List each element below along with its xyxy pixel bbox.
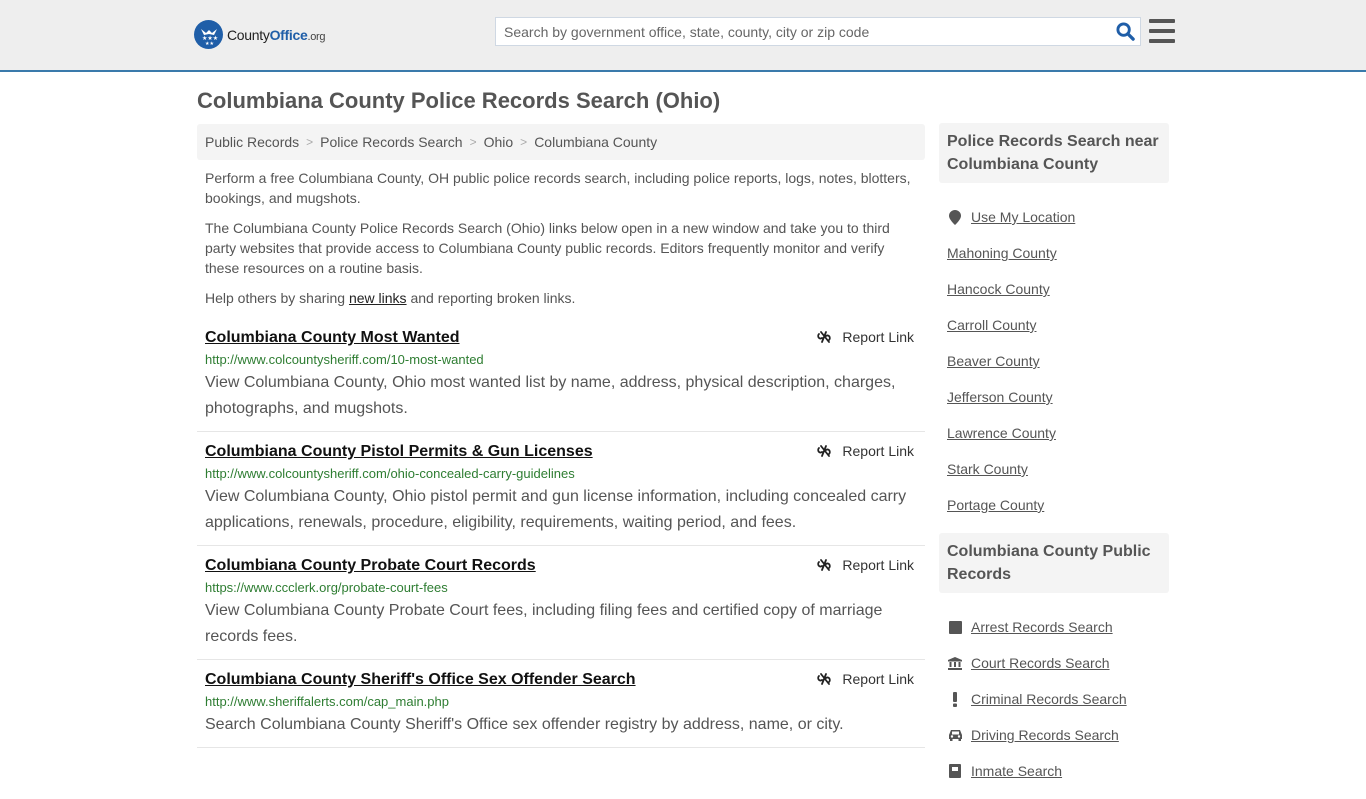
result-item: Columbiana County Sheriff's Office Sex O… [197, 660, 925, 748]
search-bar [495, 17, 1141, 46]
nearby-county-item: Stark County [947, 451, 1161, 487]
criminal-records-link[interactable]: Criminal Records Search [971, 691, 1127, 707]
result-title-link[interactable]: Columbiana County Probate Court Records [205, 556, 536, 576]
nearby-county-link[interactable]: Beaver County [947, 353, 1040, 369]
hamburger-menu-icon[interactable] [1149, 19, 1175, 43]
public-records-heading: Columbiana County Public Records [939, 533, 1169, 593]
breadcrumb: Public Records > Police Records Search >… [197, 124, 925, 160]
breadcrumb-current: Columbiana County [534, 134, 658, 150]
nearby-county-item: Hancock County [947, 271, 1161, 307]
breadcrumb-ohio[interactable]: Ohio [484, 134, 514, 150]
result-url[interactable]: https://www.ccclerk.org/probate-court-fe… [205, 579, 917, 597]
sidebar: Police Records Search near Columbiana Co… [939, 123, 1169, 799]
nearby-list: Use My Location Mahoning County Hancock … [939, 183, 1169, 533]
broken-link-icon [817, 445, 832, 457]
arrest-records-link[interactable]: Arrest Records Search [971, 619, 1113, 635]
share-paragraph: Help others by sharing new links and rep… [205, 290, 576, 306]
result-url[interactable]: http://www.sheriffalerts.com/cap_main.ph… [205, 693, 917, 711]
svg-text:★★: ★★ [205, 41, 214, 46]
page-title: Columbiana County Police Records Search … [197, 88, 721, 113]
nearby-county-item: Lawrence County [947, 415, 1161, 451]
result-description: View Columbiana County Probate Court fee… [205, 602, 883, 645]
result-item: Columbiana County Pistol Permits & Gun L… [197, 432, 925, 546]
public-records-list: Arrest Records Search Court Records Sear… [939, 593, 1169, 799]
report-link-button[interactable]: Report Link [816, 671, 914, 687]
public-record-item: Driving Records Search [947, 717, 1161, 753]
result-title-link[interactable]: Columbiana County Most Wanted [205, 328, 460, 348]
court-records-link[interactable]: Court Records Search [971, 655, 1110, 671]
result-description: Search Columbiana County Sheriff's Offic… [205, 716, 844, 733]
nearby-county-link[interactable]: Mahoning County [947, 245, 1057, 261]
result-url[interactable]: http://www.colcountysheriff.com/10-most-… [205, 351, 917, 369]
inmate-search-link[interactable]: Inmate Search [971, 763, 1062, 779]
nearby-county-item: Carroll County [947, 307, 1161, 343]
use-my-location-link[interactable]: Use My Location [971, 209, 1075, 225]
public-record-item: Inmate Search [947, 753, 1161, 789]
site-header: ★★★ ★★ CountyOffice.org [0, 0, 1366, 72]
public-record-item: Court Records Search [947, 645, 1161, 681]
search-input[interactable] [496, 18, 1110, 45]
nearby-county-item: Beaver County [947, 343, 1161, 379]
public-record-item: Arrest Records Search [947, 609, 1161, 645]
eagle-logo-icon: ★★★ ★★ [194, 20, 223, 49]
logo-link[interactable]: ★★★ ★★ CountyOffice.org [194, 20, 326, 49]
search-button[interactable] [1110, 18, 1140, 45]
breadcrumb-public-records[interactable]: Public Records [205, 134, 299, 150]
result-url[interactable]: http://www.colcountysheriff.com/ohio-con… [205, 465, 917, 483]
exclamation-icon [947, 691, 963, 707]
breadcrumb-separator: > [306, 135, 314, 149]
courthouse-icon [947, 656, 963, 670]
map-marker-icon [947, 209, 963, 225]
nearby-county-link[interactable]: Carroll County [947, 317, 1036, 333]
result-description: View Columbiana County, Ohio most wanted… [205, 374, 896, 417]
breadcrumb-separator: > [520, 135, 528, 149]
intro-text: Perform a free Columbiana County, OH pub… [197, 160, 925, 308]
broken-link-icon [817, 331, 832, 343]
nearby-county-item: Portage County [947, 487, 1161, 523]
result-title-link[interactable]: Columbiana County Pistol Permits & Gun L… [205, 442, 593, 462]
result-title-link[interactable]: Columbiana County Sheriff's Office Sex O… [205, 670, 636, 690]
broken-link-icon [817, 559, 832, 571]
driving-records-link[interactable]: Driving Records Search [971, 727, 1119, 743]
result-item: Columbiana County Most Wanted Report Lin… [197, 318, 925, 432]
car-icon [947, 729, 963, 741]
intro-paragraph: Perform a free Columbiana County, OH pub… [205, 170, 911, 206]
nearby-county-link[interactable]: Stark County [947, 461, 1028, 477]
result-item: Columbiana County Probate Court Records … [197, 546, 925, 660]
broken-link-icon [817, 673, 832, 685]
new-links-link[interactable]: new links [349, 290, 407, 306]
search-icon [1115, 22, 1135, 41]
nearby-heading: Police Records Search near Columbiana Co… [939, 123, 1169, 183]
intro-paragraph: The Columbiana County Police Records Sea… [205, 220, 890, 276]
main-content: Public Records > Police Records Search >… [197, 124, 925, 748]
nearby-county-item: Mahoning County [947, 235, 1161, 271]
public-record-item: Criminal Records Search [947, 681, 1161, 717]
logo-wordmark: CountyOffice.org [227, 26, 326, 43]
nearby-county-link[interactable]: Hancock County [947, 281, 1050, 297]
report-link-button[interactable]: Report Link [816, 329, 914, 345]
nearby-county-link[interactable]: Portage County [947, 497, 1044, 513]
breadcrumb-separator: > [469, 135, 477, 149]
nearby-county-item: Jefferson County [947, 379, 1161, 415]
inmate-icon [947, 764, 963, 778]
nearby-county-link[interactable]: Jefferson County [947, 389, 1053, 405]
result-description: View Columbiana County, Ohio pistol perm… [205, 488, 907, 531]
use-my-location-item: Use My Location [947, 199, 1161, 235]
breadcrumb-police-records-search[interactable]: Police Records Search [320, 134, 462, 150]
square-icon [947, 620, 963, 634]
report-link-button[interactable]: Report Link [816, 557, 914, 573]
nearby-county-link[interactable]: Lawrence County [947, 425, 1056, 441]
report-link-button[interactable]: Report Link [816, 443, 914, 459]
